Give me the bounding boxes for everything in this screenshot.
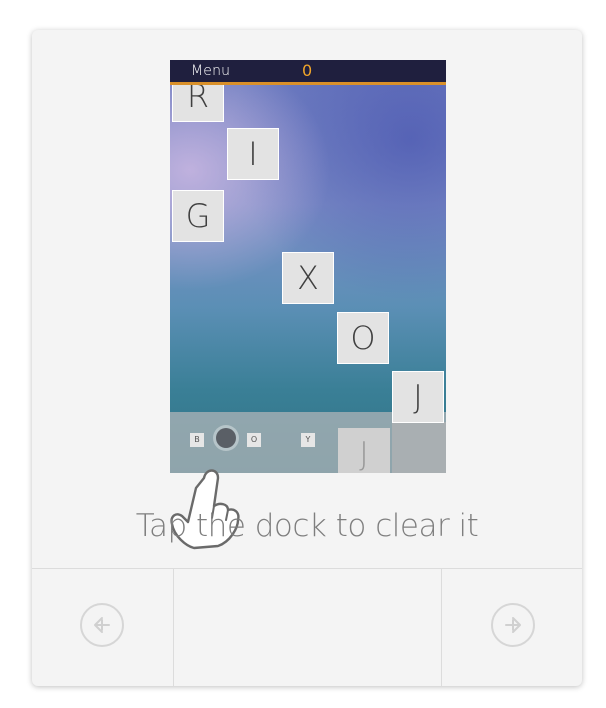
score-counter: 0 bbox=[302, 61, 313, 80]
dock-big-letter: J bbox=[338, 428, 390, 473]
next-button[interactable] bbox=[491, 603, 535, 647]
game-top-bar: Menu 0 bbox=[170, 60, 446, 85]
footer-divider bbox=[441, 569, 442, 686]
dock-letter: B bbox=[190, 433, 204, 447]
letter-tile: G bbox=[172, 190, 224, 242]
previous-button[interactable] bbox=[80, 603, 124, 647]
letter-tile: O bbox=[337, 312, 389, 364]
tutorial-footer bbox=[32, 568, 582, 686]
tutorial-instruction: Tap the dock to clear it bbox=[135, 508, 479, 544]
tap-indicator bbox=[216, 428, 236, 448]
letter-tile: I bbox=[227, 128, 279, 180]
dock-letter: O bbox=[247, 433, 261, 447]
arrow-right-icon bbox=[505, 617, 521, 633]
footer-divider bbox=[173, 569, 174, 686]
game-preview: R I G X O Menu 0 B O Y J J bbox=[170, 60, 446, 473]
letter-tile: J bbox=[392, 371, 444, 423]
arrow-left-icon bbox=[94, 617, 110, 633]
dock-letter: Y bbox=[301, 433, 315, 447]
letter-tile: X bbox=[282, 252, 334, 304]
menu-button[interactable]: Menu bbox=[191, 63, 230, 79]
tutorial-card: R I G X O Menu 0 B O Y J J Tap the dock … bbox=[32, 30, 582, 686]
dock-slot bbox=[392, 422, 446, 473]
